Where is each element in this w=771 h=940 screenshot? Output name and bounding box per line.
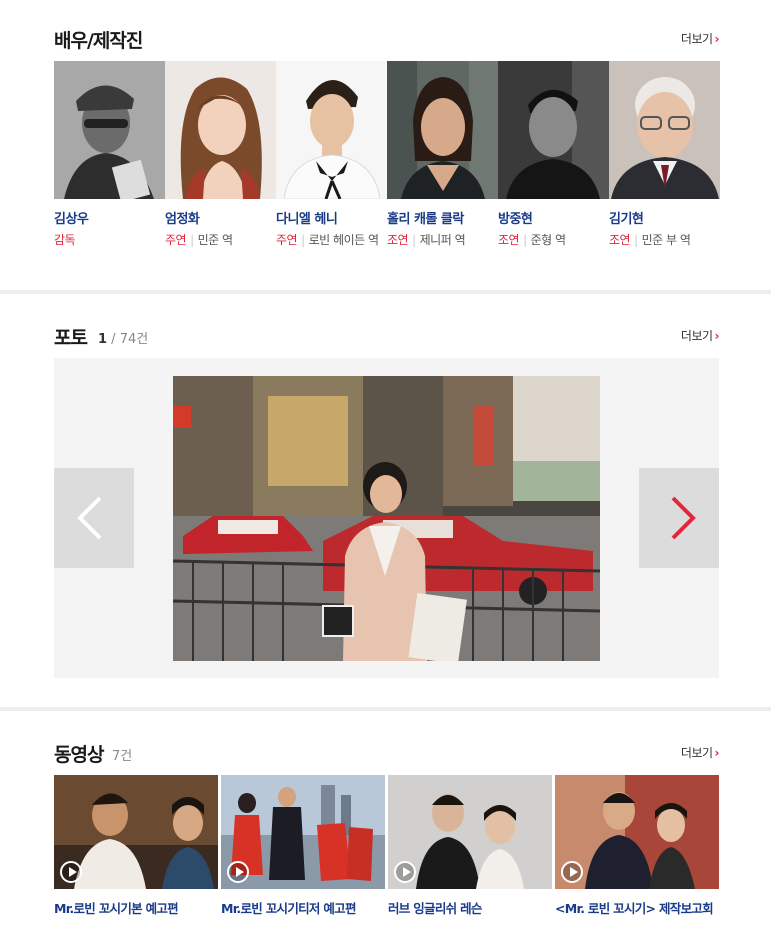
role-separator: | [523,233,527,247]
cast-name[interactable]: 김상우 [54,208,165,227]
role-type: 조연 [387,233,409,247]
cast-section-header: 배우/제작진 더보기 › [54,26,720,52]
video-title[interactable]: 러브 잉글리쉬 레슨 [388,898,550,917]
video-list: Mr.로빈 꼬시기본 예고편 Mr.로빈 꼬시기티저 예고편 러브 잉글리쉬 레… [54,775,719,917]
photo-count: 1 / 74건 [98,332,149,347]
video-section-title: 동영상 [54,744,104,766]
video-count: 7건 [112,749,133,764]
cast-item[interactable]: 다니엘 헤니 주연 | 로빈 헤이든 역 [276,61,387,250]
role-character: 제니퍼 역 [419,233,466,247]
section-divider [0,290,771,294]
video-item[interactable]: <Mr. 로빈 꼬시기> 제작보고회 [555,775,719,917]
photo-section-header: 포토 1 / 74건 더보기 › [54,323,720,349]
video-item[interactable]: Mr.로빈 꼬시기본 예고편 [54,775,218,917]
cast-section-title: 배우/제작진 [54,30,143,52]
cast-name[interactable]: 엄정화 [165,208,276,227]
role-character: 로빈 헤이든 역 [308,233,379,247]
photo-more-label: 더보기 [680,329,713,343]
video-more-label: 더보기 [680,746,713,760]
photo-prev-button[interactable] [54,468,134,568]
video-thumbnail[interactable] [555,775,719,889]
play-icon[interactable] [227,861,249,883]
chevron-right-icon: › [714,32,720,46]
cast-photo[interactable] [54,61,165,199]
video-thumbnail[interactable] [388,775,552,889]
play-icon[interactable] [60,861,82,883]
photo-more-link[interactable]: 더보기 › [680,327,720,344]
cast-photo[interactable] [165,61,276,199]
role-separator: | [301,233,305,247]
photo-next-button[interactable] [639,468,719,568]
photo-viewer [54,358,719,678]
role-character: 민준 역 [197,233,233,247]
video-item[interactable]: 러브 잉글리쉬 레슨 [388,775,552,917]
cast-role: 조연 | 민준 부 역 [609,231,714,250]
video-title[interactable]: Mr.로빈 꼬시기티저 예고편 [221,898,383,917]
cast-item[interactable]: 방중현 조연 | 준형 역 [498,61,609,250]
cast-name[interactable]: 홀리 캐롤 클락 [387,208,498,227]
cast-role: 주연 | 로빈 헤이든 역 [276,231,381,250]
video-more-link[interactable]: 더보기 › [680,744,720,761]
video-title[interactable]: <Mr. 로빈 꼬시기> 제작보고회 [555,898,717,917]
photo-total: 74건 [119,332,149,347]
role-type: 주연 [276,233,298,247]
role-character: 민준 부 역 [641,233,691,247]
cast-role: 주연 | 민준 역 [165,231,270,250]
cast-list: 김상우 감독 엄정화 주연 | 민준 역 다니엘 헤니 주연 | 로빈 헤이든 … [54,61,720,271]
cast-name[interactable]: 다니엘 헤니 [276,208,387,227]
cast-item[interactable]: 엄정화 주연 | 민준 역 [165,61,276,250]
photo-main-image[interactable] [173,376,600,661]
chevron-right-icon [671,496,696,540]
play-icon[interactable] [394,861,416,883]
cast-photo[interactable] [276,61,387,199]
role-type: 조연 [609,233,631,247]
play-icon[interactable] [561,861,583,883]
chevron-right-icon: › [714,329,720,343]
cast-item[interactable]: 김기현 조연 | 민준 부 역 [609,61,720,250]
cast-role: 감독 [54,231,159,250]
cast-more-label: 더보기 [680,32,713,46]
role-separator: | [412,233,416,247]
chevron-left-icon [77,496,102,540]
photo-current: 1 [98,332,108,347]
video-title[interactable]: Mr.로빈 꼬시기본 예고편 [54,898,216,917]
cast-photo[interactable] [387,61,498,199]
video-item[interactable]: Mr.로빈 꼬시기티저 예고편 [221,775,385,917]
section-divider [0,707,771,711]
photo-section-title: 포토 [54,327,88,349]
cast-more-link[interactable]: 더보기 › [680,30,720,47]
cast-photo[interactable] [498,61,609,199]
cast-item[interactable]: 김상우 감독 [54,61,165,250]
video-section-header: 동영상 7건 더보기 › [54,740,720,766]
cast-role: 조연 | 제니퍼 역 [387,231,492,250]
chevron-right-icon: › [714,746,720,760]
role-separator: | [634,233,638,247]
cast-item[interactable]: 홀리 캐롤 클락 조연 | 제니퍼 역 [387,61,498,250]
cast-name[interactable]: 김기현 [609,208,720,227]
role-type: 조연 [498,233,520,247]
cast-photo[interactable] [609,61,720,199]
cast-role: 조연 | 준형 역 [498,231,603,250]
video-thumbnail[interactable] [54,775,218,889]
role-character: 준형 역 [530,233,566,247]
cast-name[interactable]: 방중현 [498,208,609,227]
role-separator: | [190,233,194,247]
role-type: 감독 [54,233,76,247]
role-type: 주연 [165,233,187,247]
video-thumbnail[interactable] [221,775,385,889]
